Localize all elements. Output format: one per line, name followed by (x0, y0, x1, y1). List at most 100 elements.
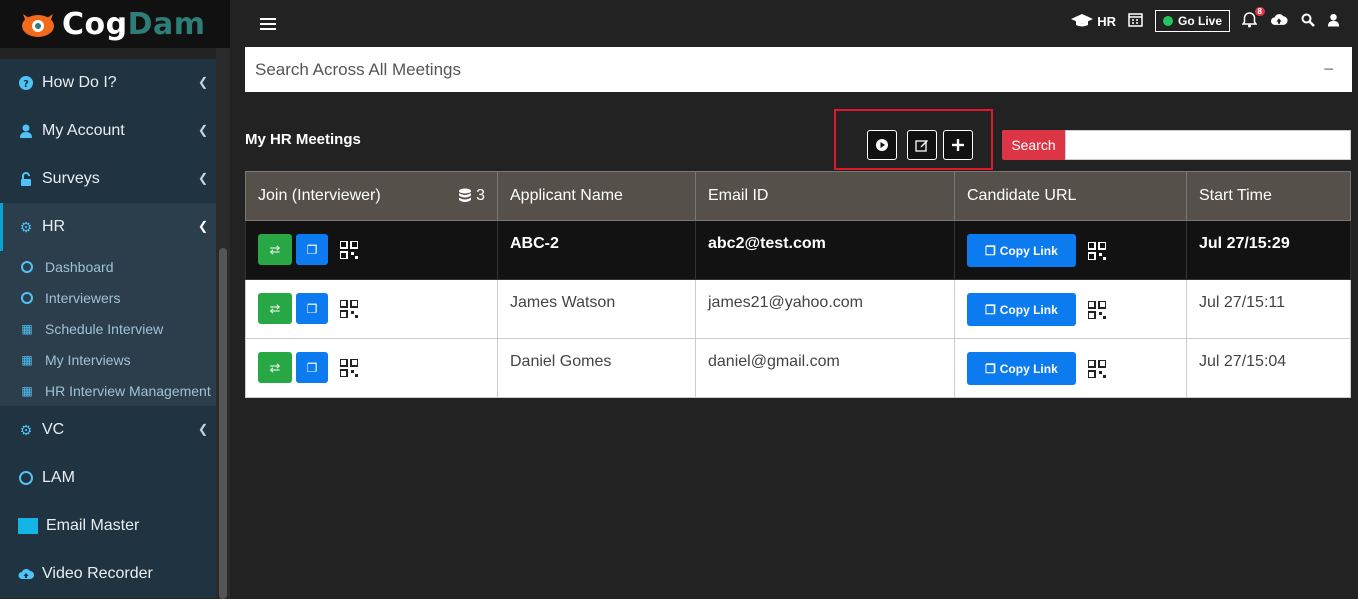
sidebar-item-hr[interactable]: ⚙ HR ❮ (0, 203, 216, 251)
user-icon (18, 123, 34, 139)
sidebar-item-video-recorder[interactable]: Video Recorder (0, 550, 216, 598)
email-cell: daniel@gmail.com (695, 338, 955, 398)
cloud-upload-icon (18, 566, 34, 582)
search-button[interactable]: Search (1002, 130, 1065, 160)
play-circle-icon (876, 139, 888, 151)
table-row[interactable]: ⇄ ❐ ABC-2 abc2@test.com ❐ Copy Link Jul 2… (245, 220, 1351, 280)
qr-code-icon[interactable] (340, 240, 358, 259)
qr-code-icon[interactable] (1087, 360, 1106, 378)
hr-role-label: HR (1097, 13, 1116, 29)
user-icon[interactable] (1327, 13, 1340, 30)
copy-button[interactable]: ❐ (296, 352, 328, 383)
hamburger-menu-icon[interactable] (260, 18, 276, 30)
add-meeting-button[interactable] (943, 130, 973, 160)
sidebar-subitem-my-interviews[interactable]: ▦ My Interviews (0, 344, 216, 375)
notifications-button[interactable]: 8 (1241, 6, 1265, 31)
cogs-icon: ⚙ (19, 421, 33, 438)
sidebar-item-label: Surveys (42, 170, 100, 187)
hr-submenu: Dashboard Interviewers ▦ Schedule Interv… (0, 251, 216, 406)
topbar: HR Go Live 8 (230, 0, 1358, 47)
chevron-left-icon: ❮ (197, 422, 208, 436)
sidebar-item-email-master[interactable]: Email Master (0, 502, 216, 550)
column-header-applicant[interactable]: Applicant Name (497, 171, 696, 221)
subitem-label: HR Interview Management (45, 382, 211, 399)
copy-button[interactable]: ❐ (296, 234, 328, 265)
sidebar-item-label: Email Master (46, 517, 140, 534)
graduation-cap-icon (1071, 14, 1094, 27)
applicant-name: James Watson (497, 279, 696, 339)
collapse-icon[interactable]: − (1323, 59, 1334, 80)
subitem-label: My Interviews (45, 351, 131, 368)
qr-code-icon[interactable] (1087, 301, 1106, 319)
circle-icon (20, 291, 34, 304)
sidebar-item-surveys[interactable]: Surveys ❮ (0, 155, 216, 203)
search-across-meetings[interactable]: Search Across All Meetings − (245, 47, 1352, 92)
sidebar-scrollbar[interactable] (216, 48, 230, 599)
scrollbar-thumb[interactable] (219, 248, 227, 599)
qr-code-icon[interactable] (1087, 242, 1106, 260)
qr-code-icon[interactable] (340, 299, 358, 318)
chevron-left-icon: ❮ (197, 123, 208, 137)
play-button[interactable] (867, 130, 897, 160)
copy-link-button[interactable]: ❐ Copy Link (967, 293, 1076, 326)
email-cell: abc2@test.com (695, 220, 955, 280)
search-across-placeholder: Search Across All Meetings (255, 59, 461, 79)
column-header-join[interactable]: Join (Interviewer) 3 (245, 171, 498, 221)
rejoin-button[interactable]: ⇄ (258, 352, 292, 383)
meetings-table: Join (Interviewer) 3 Applicant Name Emai… (245, 171, 1351, 398)
brand-part2: Dam (127, 6, 206, 42)
cloud-upload-icon[interactable] (1269, 12, 1289, 30)
copy-button[interactable]: ❐ (296, 293, 328, 324)
sidebar: CogDam ? How Do I? ❮ My Account ❮ Survey… (0, 0, 230, 599)
plus-icon (952, 139, 964, 151)
sidebar-item-lam[interactable]: LAM (0, 454, 216, 502)
edit-button[interactable] (907, 130, 937, 160)
qr-code-icon[interactable] (340, 358, 358, 377)
subitem-label: Interviewers (45, 289, 121, 306)
column-header-email[interactable]: Email ID (695, 171, 955, 221)
sidebar-item-label: Video Recorder (42, 565, 153, 582)
column-header-start-time[interactable]: Start Time (1186, 171, 1351, 221)
logo[interactable]: CogDam (0, 0, 230, 48)
chevron-left-icon: ❮ (197, 75, 208, 89)
applicant-name: Daniel Gomes (497, 338, 696, 398)
sidebar-subitem-dashboard[interactable]: Dashboard (0, 251, 216, 282)
question-circle-icon: ? (18, 75, 34, 91)
start-time: Jul 27/15:04 (1186, 338, 1351, 398)
copy-icon: ❐ (985, 302, 996, 317)
edit-icon (915, 140, 928, 152)
sidebar-item-vc[interactable]: ⚙ VC ❮ (0, 406, 216, 454)
rejoin-button[interactable]: ⇄ (258, 234, 292, 265)
search-icon[interactable] (1301, 13, 1315, 30)
go-live-label: Go Live (1177, 14, 1222, 28)
sidebar-item-label: HR (42, 218, 66, 235)
sidebar-item-label: VC (42, 421, 65, 438)
subitem-label: Dashboard (45, 258, 114, 275)
sidebar-item-how-do-i[interactable]: ? How Do I? ❮ (0, 59, 216, 107)
sidebar-subitem-hr-interview-management[interactable]: ▦ HR Interview Management (0, 375, 216, 406)
calendar-icon: ▦ (21, 383, 33, 398)
table-row[interactable]: ⇄ ❐ Daniel Gomes daniel@gmail.com ❐ Copy … (245, 338, 1351, 398)
start-time: Jul 27/15:29 (1186, 220, 1351, 280)
database-icon (459, 188, 472, 202)
meeting-count: 3 (476, 187, 485, 204)
calendar-icon[interactable] (1128, 12, 1143, 30)
calendar-icon: ▦ (21, 352, 33, 367)
start-time: Jul 27/15:11 (1186, 279, 1351, 339)
rejoin-button[interactable]: ⇄ (258, 293, 292, 324)
copy-link-button[interactable]: ❐ Copy Link (967, 234, 1076, 267)
sidebar-subitem-schedule-interview[interactable]: ▦ Schedule Interview (0, 313, 216, 344)
hr-role-switch[interactable]: HR (1071, 14, 1116, 29)
copy-icon: ❐ (985, 361, 996, 376)
meetings-search-input[interactable] (1065, 130, 1351, 160)
sidebar-item-label: LAM (42, 469, 75, 486)
notification-badge: 8 (1254, 6, 1265, 16)
copy-link-button[interactable]: ❐ Copy Link (967, 352, 1076, 385)
table-row[interactable]: ⇄ ❐ James Watson james21@yahoo.com ❐ Copy… (245, 279, 1351, 339)
sidebar-item-my-account[interactable]: My Account ❮ (0, 107, 216, 155)
column-header-candidate-url[interactable]: Candidate URL (954, 171, 1187, 221)
copy-icon: ❐ (985, 243, 996, 258)
logo-icon (22, 14, 54, 37)
go-live-button[interactable]: Go Live (1154, 10, 1230, 32)
sidebar-subitem-interviewers[interactable]: Interviewers (0, 282, 216, 313)
